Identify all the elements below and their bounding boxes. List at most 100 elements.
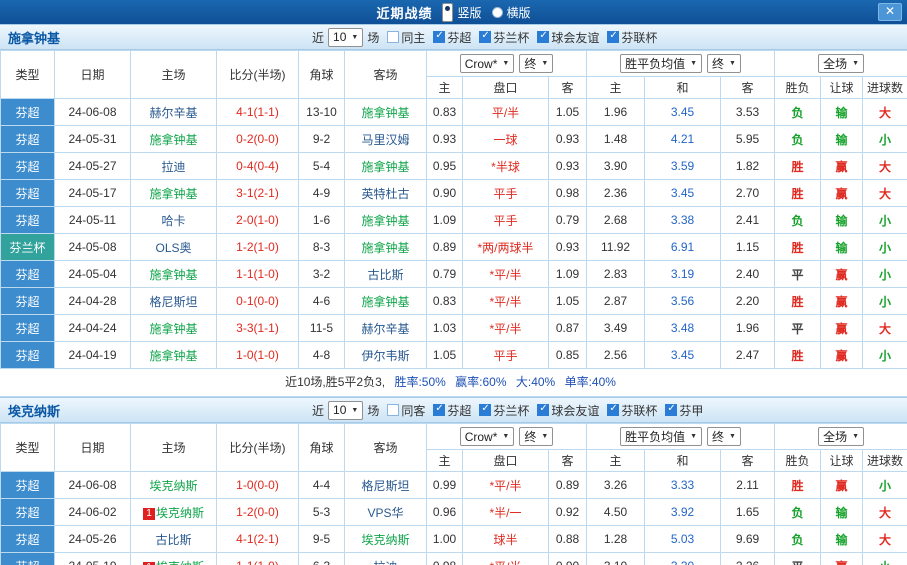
home-team-cell[interactable]: OLS奥	[131, 234, 217, 261]
home-team-name[interactable]: 施拿钟基	[149, 322, 197, 336]
away-team-cell[interactable]: 马里汉姆	[345, 126, 427, 153]
away-team-cell[interactable]: 伊尔韦斯	[345, 342, 427, 369]
odds-final-select[interactable]: 终▼	[519, 427, 553, 446]
radio-selected-icon[interactable]	[442, 3, 453, 22]
league-filter[interactable]: ✓ 芬超	[433, 29, 471, 46]
home-team-cell[interactable]: 赫尔辛基	[131, 99, 217, 126]
home-team-cell[interactable]: 古比斯	[131, 526, 217, 553]
away-team-cell[interactable]: 施拿钟基	[345, 153, 427, 180]
away-team-name[interactable]: 赫尔辛基	[361, 322, 409, 336]
away-team-cell[interactable]: 英特杜古	[345, 180, 427, 207]
away-team-cell[interactable]: 施拿钟基	[345, 207, 427, 234]
home-team-name[interactable]: 拉迪	[161, 160, 185, 174]
col-avg-draw: 和	[645, 77, 721, 99]
away-team-cell[interactable]: 施拿钟基	[345, 99, 427, 126]
league-filter[interactable]: ✓ 芬超	[433, 402, 471, 419]
same-venue-filter[interactable]: 同主	[387, 29, 425, 46]
fulltime-select[interactable]: 全场▼	[818, 54, 864, 73]
checkbox-unchecked-icon[interactable]	[387, 31, 399, 43]
home-team-name[interactable]: 埃克纳斯	[156, 560, 204, 565]
fulltime-select[interactable]: 全场▼	[818, 427, 864, 446]
home-team-cell[interactable]: 施拿钟基	[131, 315, 217, 342]
league-filter[interactable]: ✓ 球会友谊	[537, 29, 599, 46]
league-filter[interactable]: ✓ 芬甲	[665, 402, 703, 419]
checkbox-checked-icon[interactable]: ✓	[607, 404, 619, 416]
away-team-name[interactable]: 施拿钟基	[361, 160, 409, 174]
home-team-name[interactable]: 格尼斯坦	[149, 295, 197, 309]
avg-final-select[interactable]: 终▼	[707, 427, 741, 446]
section-away-team: 埃克纳斯 近 10 ▼ 场 同客 ✓ 芬超 ✓ 芬兰杯	[0, 397, 907, 565]
league-filter[interactable]: ✓ 球会友谊	[537, 402, 599, 419]
checkbox-checked-icon[interactable]: ✓	[433, 404, 445, 416]
away-team-name[interactable]: 马里汉姆	[361, 133, 409, 147]
away-team-cell[interactable]: 埃克纳斯	[345, 526, 427, 553]
checkbox-checked-icon[interactable]: ✓	[537, 404, 549, 416]
away-team-name[interactable]: 拉迪	[373, 560, 397, 565]
avg-final-select[interactable]: 终▼	[707, 54, 741, 73]
home-team-name[interactable]: 施拿钟基	[149, 268, 197, 282]
away-team-cell[interactable]: VPS华	[345, 499, 427, 526]
home-team-cell[interactable]: 施拿钟基	[131, 342, 217, 369]
match-date: 24-06-08	[55, 99, 131, 126]
checkbox-checked-icon[interactable]: ✓	[433, 31, 445, 43]
bookmaker-select[interactable]: Crow*▼	[460, 54, 515, 73]
home-team-name[interactable]: 施拿钟基	[149, 187, 197, 201]
away-team-cell[interactable]: 格尼斯坦	[345, 472, 427, 499]
home-team-name[interactable]: 施拿钟基	[149, 133, 197, 147]
home-team-cell[interactable]: 格尼斯坦	[131, 288, 217, 315]
layout-horizontal-radio[interactable]: 横版	[492, 4, 531, 21]
checkbox-checked-icon[interactable]: ✓	[665, 404, 677, 416]
league-filter[interactable]: ✓ 芬兰杯	[479, 29, 529, 46]
avg-select[interactable]: 胜平负均值▼	[620, 54, 702, 73]
home-team-name[interactable]: 古比斯	[155, 533, 191, 547]
radio-unselected-icon[interactable]	[492, 7, 503, 18]
checkbox-unchecked-icon[interactable]	[387, 404, 399, 416]
away-team-name[interactable]: 施拿钟基	[361, 241, 409, 255]
league-filter[interactable]: ✓ 芬联杯	[607, 402, 657, 419]
away-team-name[interactable]: 施拿钟基	[361, 214, 409, 228]
team1-name[interactable]: 施拿钟基	[8, 28, 60, 47]
home-team-cell[interactable]: 1埃克纳斯	[131, 499, 217, 526]
home-team-cell[interactable]: 埃克纳斯	[131, 472, 217, 499]
team2-name[interactable]: 埃克纳斯	[8, 401, 60, 420]
away-team-name[interactable]: 埃克纳斯	[361, 533, 409, 547]
home-team-name[interactable]: 哈卡	[161, 214, 185, 228]
bookmaker-select[interactable]: Crow*▼	[460, 427, 515, 446]
away-team-name[interactable]: 古比斯	[367, 268, 403, 282]
home-team-cell[interactable]: 1埃克纳斯	[131, 553, 217, 565]
away-team-name[interactable]: VPS华	[367, 506, 403, 520]
home-team-name[interactable]: 施拿钟基	[149, 349, 197, 363]
away-team-cell[interactable]: 古比斯	[345, 261, 427, 288]
away-team-name[interactable]: 施拿钟基	[361, 106, 409, 120]
away-team-cell[interactable]: 赫尔辛基	[345, 315, 427, 342]
home-team-name[interactable]: 埃克纳斯	[156, 506, 204, 520]
home-team-cell[interactable]: 施拿钟基	[131, 261, 217, 288]
same-venue-filter[interactable]: 同客	[387, 402, 425, 419]
home-team-name[interactable]: 赫尔辛基	[149, 106, 197, 120]
league-filter[interactable]: ✓ 芬联杯	[607, 29, 657, 46]
away-team-name[interactable]: 英特杜古	[361, 187, 409, 201]
odds-final-select[interactable]: 终▼	[519, 54, 553, 73]
away-team-cell[interactable]: 拉迪	[345, 553, 427, 565]
checkbox-checked-icon[interactable]: ✓	[537, 31, 549, 43]
match-count-select[interactable]: 10 ▼	[328, 28, 363, 47]
away-team-name[interactable]: 格尼斯坦	[361, 479, 409, 493]
home-team-cell[interactable]: 施拿钟基	[131, 126, 217, 153]
avg-select[interactable]: 胜平负均值▼	[620, 427, 702, 446]
away-team-name[interactable]: 伊尔韦斯	[361, 349, 409, 363]
close-button[interactable]: ✕	[878, 3, 902, 21]
layout-vertical-radio[interactable]: 竖版	[442, 3, 481, 22]
home-team-cell[interactable]: 拉迪	[131, 153, 217, 180]
home-team-cell[interactable]: 施拿钟基	[131, 180, 217, 207]
home-team-cell[interactable]: 哈卡	[131, 207, 217, 234]
home-team-name[interactable]: 埃克纳斯	[149, 479, 197, 493]
match-count-select[interactable]: 10 ▼	[328, 401, 363, 420]
away-team-cell[interactable]: 施拿钟基	[345, 234, 427, 261]
checkbox-checked-icon[interactable]: ✓	[607, 31, 619, 43]
away-team-name[interactable]: 施拿钟基	[361, 295, 409, 309]
league-filter[interactable]: ✓ 芬兰杯	[479, 402, 529, 419]
home-team-name[interactable]: OLS奥	[155, 241, 191, 255]
checkbox-checked-icon[interactable]: ✓	[479, 404, 491, 416]
checkbox-checked-icon[interactable]: ✓	[479, 31, 491, 43]
away-team-cell[interactable]: 施拿钟基	[345, 288, 427, 315]
